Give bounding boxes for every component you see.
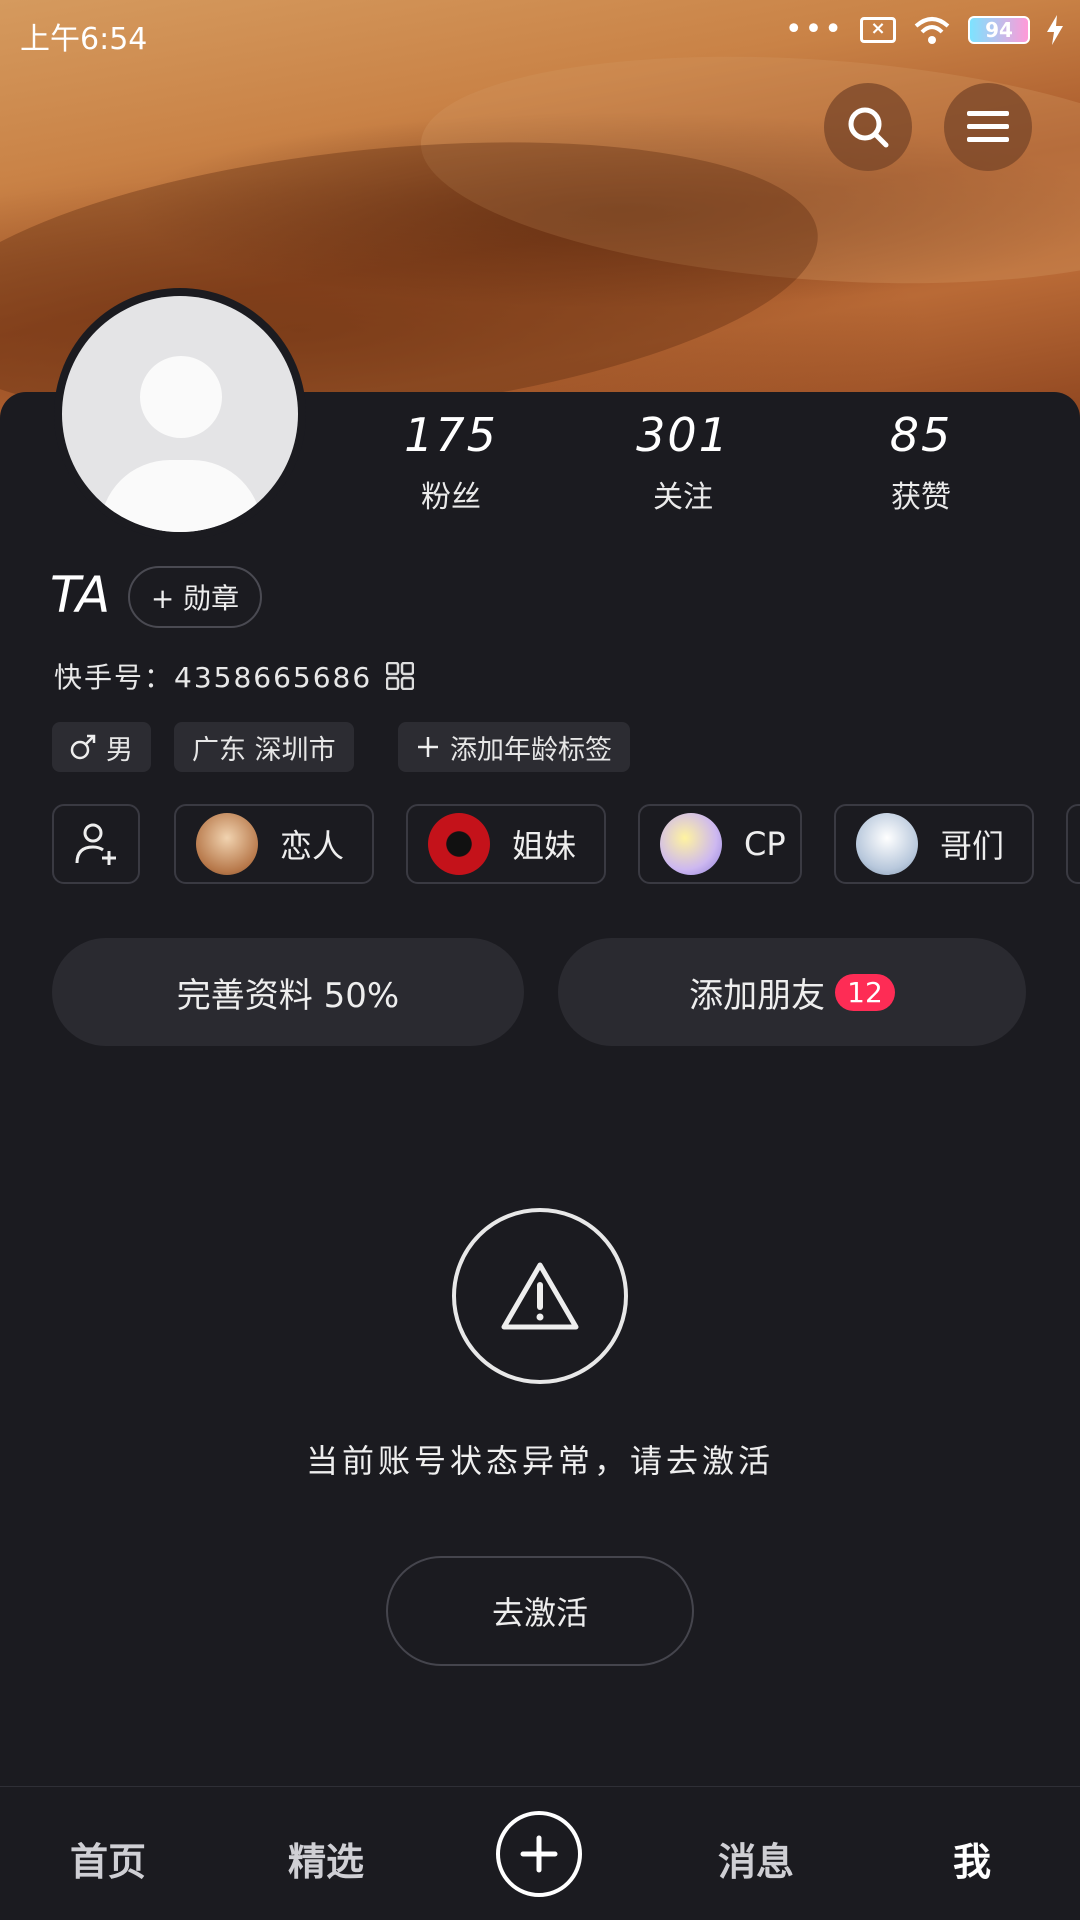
status-bar: 上午6:54 ••• × 94 bbox=[0, 0, 1080, 66]
nav-messages[interactable]: 消息 bbox=[676, 1831, 836, 1886]
default-avatar-icon bbox=[62, 296, 298, 532]
hamburger-menu-icon bbox=[967, 111, 1009, 142]
nav-me[interactable]: 我 bbox=[892, 1831, 1052, 1886]
stat-label: 关注 bbox=[653, 480, 713, 515]
search-icon bbox=[848, 107, 889, 148]
add-medal-button[interactable]: + 勋章 bbox=[128, 566, 262, 628]
complete-profile-button[interactable]: 完善资料 50% bbox=[52, 938, 524, 1046]
create-button[interactable] bbox=[496, 1811, 582, 1897]
wifi-icon bbox=[914, 17, 950, 44]
location-label: 广东 深圳市 bbox=[192, 734, 336, 766]
relation-avatar bbox=[660, 813, 722, 875]
stat-label: 粉丝 bbox=[421, 480, 481, 515]
profile-name: TA bbox=[50, 566, 111, 624]
gender-label: 男 bbox=[106, 734, 133, 766]
activate-button[interactable]: 去激活 bbox=[386, 1556, 694, 1666]
stat-followers[interactable]: 175 粉丝 bbox=[366, 408, 536, 516]
add-age-tag-label: 添加年龄标签 bbox=[450, 734, 612, 766]
stat-number: 301 bbox=[636, 408, 730, 462]
add-friend-label: 添加朋友 bbox=[689, 975, 826, 1016]
more-dots-icon: ••• bbox=[784, 12, 844, 47]
qr-code-icon[interactable] bbox=[386, 662, 415, 690]
nav-featured[interactable]: 精选 bbox=[246, 1831, 406, 1886]
add-user-icon bbox=[75, 823, 116, 865]
stat-likes[interactable]: 85 获赞 bbox=[836, 408, 1006, 516]
search-button[interactable] bbox=[824, 83, 912, 171]
menu-button[interactable] bbox=[944, 83, 1032, 171]
stat-number: 85 bbox=[889, 408, 953, 462]
warning-icon bbox=[501, 1262, 579, 1330]
stat-following[interactable]: 301 关注 bbox=[598, 408, 768, 516]
gender-tag[interactable]: 男 bbox=[52, 722, 151, 772]
relation-avatar bbox=[856, 813, 918, 875]
nav-home[interactable]: 首页 bbox=[28, 1831, 188, 1886]
battery-icon: 94 bbox=[968, 16, 1030, 44]
account-id-text: 快手号：4358665686 bbox=[54, 661, 373, 694]
stat-number: 175 bbox=[404, 408, 498, 462]
account-status-message: 当前账号状态异常，请去激活 bbox=[305, 1442, 774, 1480]
relation-lover[interactable]: 恋人 bbox=[174, 804, 374, 884]
no-sim-icon: × bbox=[860, 17, 896, 43]
plus-icon bbox=[520, 1835, 558, 1873]
status-icons: ••• × 94 bbox=[785, 14, 1064, 46]
relation-avatar bbox=[428, 813, 490, 875]
stat-label: 获赞 bbox=[891, 480, 951, 515]
add-relation-button[interactable] bbox=[52, 804, 140, 884]
relation-more[interactable] bbox=[1066, 804, 1080, 884]
relation-label: 恋人 bbox=[280, 827, 345, 865]
status-time: 上午6:54 bbox=[20, 22, 148, 57]
location-tag[interactable]: 广东 深圳市 bbox=[174, 722, 354, 772]
relation-avatar bbox=[196, 813, 258, 875]
complete-profile-label: 完善资料 50% bbox=[176, 975, 400, 1016]
add-age-tag-button[interactable]: 添加年龄标签 bbox=[398, 722, 630, 772]
relation-sisters[interactable]: 姐妹 bbox=[406, 804, 606, 884]
relation-label: 哥们 bbox=[940, 827, 1005, 865]
relation-bros[interactable]: 哥们 bbox=[834, 804, 1034, 884]
add-friend-count-badge: 12 bbox=[835, 973, 895, 1011]
male-icon bbox=[70, 734, 96, 760]
plus-icon bbox=[418, 737, 438, 757]
relation-cp[interactable]: CP bbox=[638, 804, 802, 884]
avatar[interactable] bbox=[54, 288, 306, 540]
warning-indicator bbox=[452, 1208, 628, 1384]
relation-label: 姐妹 bbox=[512, 827, 577, 865]
account-id: 快手号：4358665686 bbox=[54, 656, 415, 696]
charging-icon bbox=[1047, 15, 1063, 45]
add-friend-button[interactable]: 添加朋友 12 bbox=[558, 938, 1026, 1046]
bottom-nav: 首页 精选 消息 我 bbox=[0, 1786, 1080, 1920]
relation-label: CP bbox=[744, 825, 786, 863]
